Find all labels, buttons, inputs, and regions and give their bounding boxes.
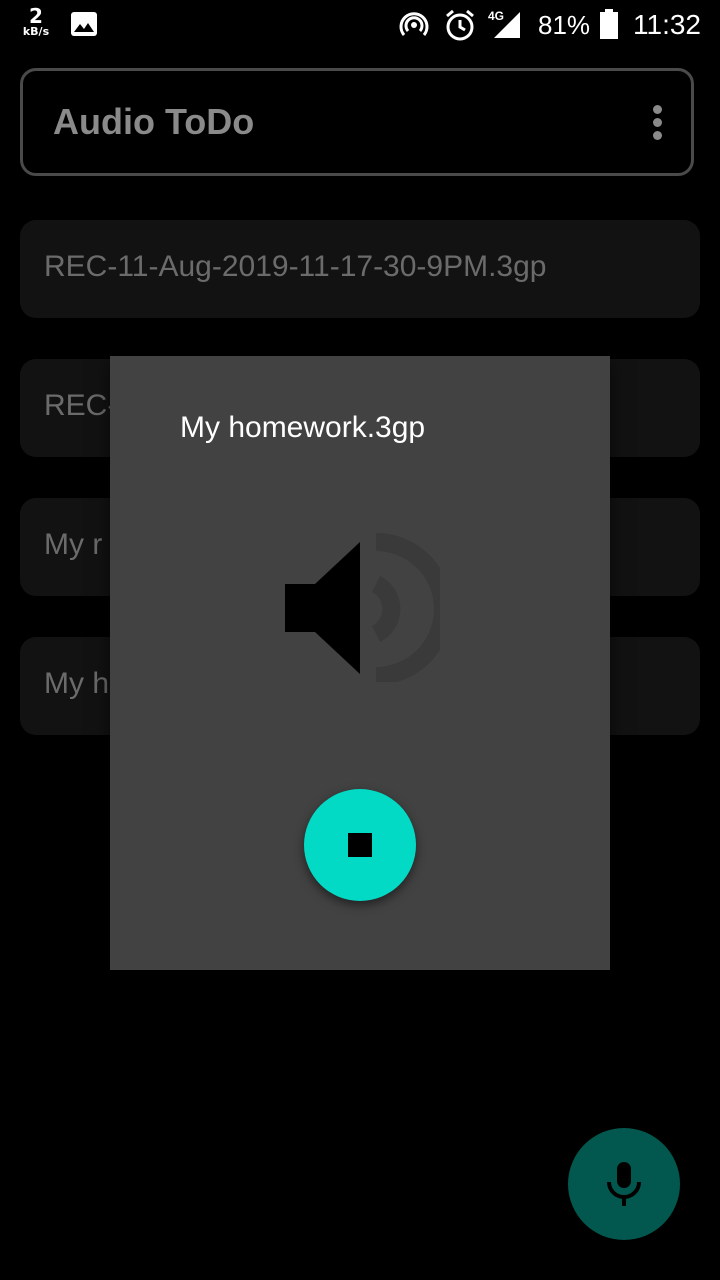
network-speed-value: 2 [29,4,43,28]
app-bar: Audio ToDo [20,68,694,176]
alarm-icon [446,9,474,41]
volume-up-icon [285,533,440,682]
app-title: Audio ToDo [53,101,255,142]
battery-percent: 81% [538,10,591,40]
stop-icon [348,833,372,857]
overflow-menu-icon[interactable] [651,105,663,145]
status-bar: 2 kB/s 4G 81% 11:32 [0,0,720,52]
gallery-icon [71,12,97,36]
list-item[interactable]: REC-11-Aug-2019-11-17-30-9PM.3gp [20,220,700,318]
playback-dialog: My homework.3gp [110,356,610,970]
recording-name: My r [44,528,103,561]
mic-icon [607,1162,641,1206]
recording-name: My h [44,667,110,700]
network-speed: 2 kB/s [20,6,52,38]
signal-icon: 4G [488,8,524,44]
hotspot-icon [399,12,429,36]
recording-name: REC-11-Aug-2019-11-17-30-9PM.3gp [44,250,547,283]
network-speed-unit: kB/s [22,25,50,38]
stop-button[interactable] [304,789,416,901]
dialog-title: My homework.3gp [180,411,426,444]
network-type-label: 4G [488,9,504,23]
battery-icon [600,9,618,39]
clock: 11:32 [633,9,701,40]
record-button[interactable] [568,1128,680,1240]
recording-name: REC- [44,389,118,422]
